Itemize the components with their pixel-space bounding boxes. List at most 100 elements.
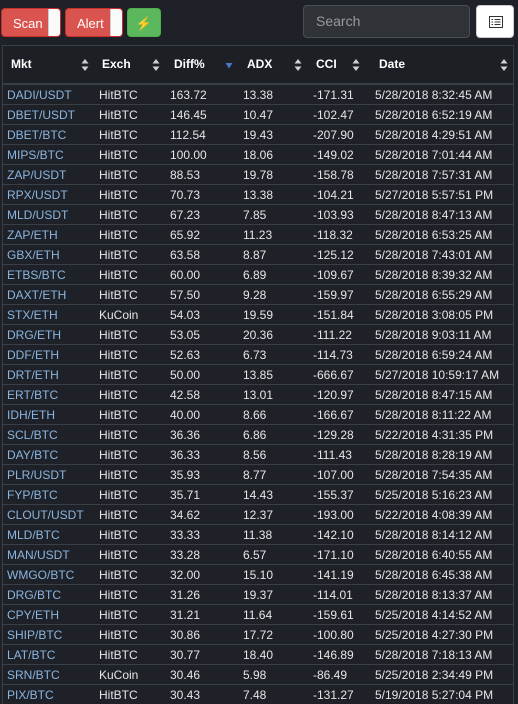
sort-both-icon[interactable] xyxy=(81,58,89,72)
date-cell: 5/28/2018 8:47:13 AM xyxy=(375,208,493,222)
table-row[interactable]: ZAP/ETH HitBTC 65.92 11.23 -118.32 5/28/2018 … xyxy=(3,225,513,245)
sort-both-icon[interactable] xyxy=(352,58,360,72)
cci-cell: -86.49 xyxy=(313,668,348,682)
table-row[interactable]: LAT/BTC HitBTC 30.77 18.40 -146.89 5/28/2018 … xyxy=(3,645,513,665)
market-cell[interactable]: MLD/USDT xyxy=(7,205,68,225)
market-cell[interactable]: IDH/ETH xyxy=(7,405,55,425)
market-cell[interactable]: CPY/ETH xyxy=(7,605,59,625)
table-row[interactable]: MLD/USDT HitBTC 67.23 7.85 -103.93 5/28/2018 … xyxy=(3,205,513,225)
table-row[interactable]: ETBS/BTC HitBTC 60.00 6.89 -109.67 5/28/2018 … xyxy=(3,265,513,285)
market-cell[interactable]: MLD/BTC xyxy=(7,525,60,545)
table-row[interactable]: ERT/BTC HitBTC 42.58 13.01 -120.97 5/28/2018 … xyxy=(3,385,513,405)
market-cell[interactable]: MAN/USDT xyxy=(7,545,70,565)
diff-cell: 146.45 xyxy=(170,108,207,122)
market-cell[interactable]: ZAP/USDT xyxy=(7,165,66,185)
table-row[interactable]: RPX/USDT HitBTC 70.73 13.38 -104.21 5/27/2018… xyxy=(3,185,513,205)
table-row[interactable]: DRG/ETH HitBTC 53.05 20.36 -111.22 5/28/2018 … xyxy=(3,325,513,345)
market-cell[interactable]: PIX/BTC xyxy=(7,685,54,704)
column-header-diff[interactable]: Diff% xyxy=(174,46,205,83)
market-cell[interactable]: SRN/BTC xyxy=(7,665,60,685)
diff-cell: 31.21 xyxy=(170,608,201,622)
market-cell[interactable]: WMGO/BTC xyxy=(7,565,74,585)
column-header-adx[interactable]: ADX xyxy=(247,46,272,83)
table-row[interactable]: WMGO/BTC HitBTC 32.00 15.10 -141.19 5/28/2018… xyxy=(3,565,513,585)
market-cell[interactable]: FYP/BTC xyxy=(7,485,58,505)
table-row[interactable]: PIX/BTC HitBTC 30.43 7.48 -131.27 5/19/2018 5… xyxy=(3,685,513,704)
market-cell[interactable]: GBX/ETH xyxy=(7,245,60,265)
exchange-cell: HitBTC xyxy=(99,448,138,462)
market-cell[interactable]: DBET/BTC xyxy=(7,125,66,145)
scan-toggle-button[interactable]: Scan xyxy=(1,8,61,37)
table-row[interactable]: PLR/USDT HitBTC 35.93 8.77 -107.00 5/28/2018 … xyxy=(3,465,513,485)
market-cell[interactable]: RPX/USDT xyxy=(7,185,68,205)
table-row[interactable]: DDF/ETH HitBTC 52.63 6.73 -114.73 5/28/2018 6… xyxy=(3,345,513,365)
market-cell[interactable]: DBET/USDT xyxy=(7,105,75,125)
date-cell: 5/28/2018 8:11:22 AM xyxy=(375,408,492,422)
table-row[interactable]: CPY/ETH HitBTC 31.21 11.64 -159.61 5/25/2018 … xyxy=(3,605,513,625)
market-cell[interactable]: DAXT/ETH xyxy=(7,285,66,305)
list-view-button[interactable] xyxy=(476,5,514,38)
sort-both-icon[interactable] xyxy=(294,58,302,72)
column-header-exch[interactable]: Exch xyxy=(102,46,131,83)
table-row[interactable]: DAXT/ETH HitBTC 57.50 9.28 -159.97 5/28/2018 … xyxy=(3,285,513,305)
adx-cell: 6.73 xyxy=(243,348,267,362)
diff-cell: 36.36 xyxy=(170,428,201,442)
market-cell[interactable]: DRG/ETH xyxy=(7,325,61,345)
market-cell[interactable]: ETBS/BTC xyxy=(7,265,66,285)
market-cell[interactable]: MIPS/BTC xyxy=(7,145,64,165)
table-row[interactable]: DBET/USDT HitBTC 146.45 10.47 -102.47 5/28/20… xyxy=(3,105,513,125)
table-row[interactable]: GBX/ETH HitBTC 63.58 8.87 -125.12 5/28/2018 7… xyxy=(3,245,513,265)
market-cell[interactable]: DRG/BTC xyxy=(7,585,61,605)
market-cell[interactable]: ERT/BTC xyxy=(7,385,58,405)
market-cell[interactable]: DADI/USDT xyxy=(7,85,72,105)
market-cell[interactable]: PLR/USDT xyxy=(7,465,66,485)
date-cell: 5/28/2018 8:32:45 AM xyxy=(375,88,493,102)
table-row[interactable]: SRN/BTC KuCoin 30.46 5.98 -86.49 5/25/2018 2:… xyxy=(3,665,513,685)
table-row[interactable]: FYP/BTC HitBTC 35.71 14.43 -155.37 5/25/2018 … xyxy=(3,485,513,505)
table-row[interactable]: SCL/BTC HitBTC 36.36 6.86 -129.28 5/22/2018 4… xyxy=(3,425,513,445)
market-cell[interactable]: SHIP/BTC xyxy=(7,625,62,645)
diff-cell: 50.00 xyxy=(170,368,201,382)
column-header-mkt[interactable]: Mkt xyxy=(11,46,32,83)
market-cell[interactable]: DAY/BTC xyxy=(7,445,58,465)
market-cell[interactable]: LAT/BTC xyxy=(7,645,55,665)
sort-descending-icon[interactable] xyxy=(225,62,233,70)
market-cell[interactable]: DDF/ETH xyxy=(7,345,59,365)
search-input[interactable]: Search xyxy=(303,5,470,38)
cci-cell: -109.67 xyxy=(313,268,354,282)
table-row[interactable]: STX/ETH KuCoin 54.03 19.59 -151.84 5/28/2018 … xyxy=(3,305,513,325)
table-row[interactable]: MIPS/BTC HitBTC 100.00 18.06 -149.02 5/28/201… xyxy=(3,145,513,165)
table-row[interactable]: CLOUT/USDT HitBTC 34.62 12.37 -193.00 5/22/20… xyxy=(3,505,513,525)
table-row[interactable]: MLD/BTC HitBTC 33.33 11.38 -142.10 5/28/2018 … xyxy=(3,525,513,545)
column-header-date[interactable]: Date xyxy=(379,46,405,83)
cci-cell: -131.27 xyxy=(313,688,354,702)
exchange-cell: HitBTC xyxy=(99,568,138,582)
diff-cell: 30.46 xyxy=(170,668,201,682)
alert-toggle-switch[interactable] xyxy=(110,9,122,36)
diff-cell: 53.05 xyxy=(170,328,201,342)
column-header-cci[interactable]: CCI xyxy=(316,46,337,83)
market-cell[interactable]: DRT/ETH xyxy=(7,365,59,385)
lightning-bolt-button[interactable]: ⚡ xyxy=(127,8,161,37)
adx-cell: 6.89 xyxy=(243,268,267,282)
table-row[interactable]: DAY/BTC HitBTC 36.33 8.56 -111.43 5/28/2018 8… xyxy=(3,445,513,465)
alert-toggle-button[interactable]: Alert xyxy=(65,8,123,37)
table-row[interactable]: MAN/USDT HitBTC 33.28 6.57 -171.10 5/28/2018 … xyxy=(3,545,513,565)
table-row[interactable]: DRT/ETH HitBTC 50.00 13.85 -666.67 5/27/2018 … xyxy=(3,365,513,385)
exchange-cell: HitBTC xyxy=(99,128,138,142)
table-row[interactable]: SHIP/BTC HitBTC 30.86 17.72 -100.80 5/25/2018… xyxy=(3,625,513,645)
sort-both-icon[interactable] xyxy=(500,58,508,72)
table-row[interactable]: DRG/BTC HitBTC 31.26 19.37 -114.01 5/28/2018 … xyxy=(3,585,513,605)
scan-toggle-switch[interactable] xyxy=(48,9,60,36)
table-row[interactable]: IDH/ETH HitBTC 40.00 8.66 -166.67 5/28/2018 8… xyxy=(3,405,513,425)
sort-both-icon[interactable] xyxy=(152,58,160,72)
market-cell[interactable]: CLOUT/USDT xyxy=(7,505,84,525)
market-cell[interactable]: ZAP/ETH xyxy=(7,225,58,245)
table-row[interactable]: DBET/BTC HitBTC 112.54 19.43 -207.90 5/28/201… xyxy=(3,125,513,145)
table-row[interactable]: ZAP/USDT HitBTC 88.53 19.78 -158.78 5/28/2018… xyxy=(3,165,513,185)
table-row[interactable]: DADI/USDT HitBTC 163.72 13.38 -171.31 5/28/20… xyxy=(3,85,513,105)
market-cell[interactable]: SCL/BTC xyxy=(7,425,58,445)
date-cell: 5/28/2018 9:03:11 AM xyxy=(375,328,492,342)
date-cell: 5/28/2018 7:57:31 AM xyxy=(375,168,493,182)
market-cell[interactable]: STX/ETH xyxy=(7,305,58,325)
